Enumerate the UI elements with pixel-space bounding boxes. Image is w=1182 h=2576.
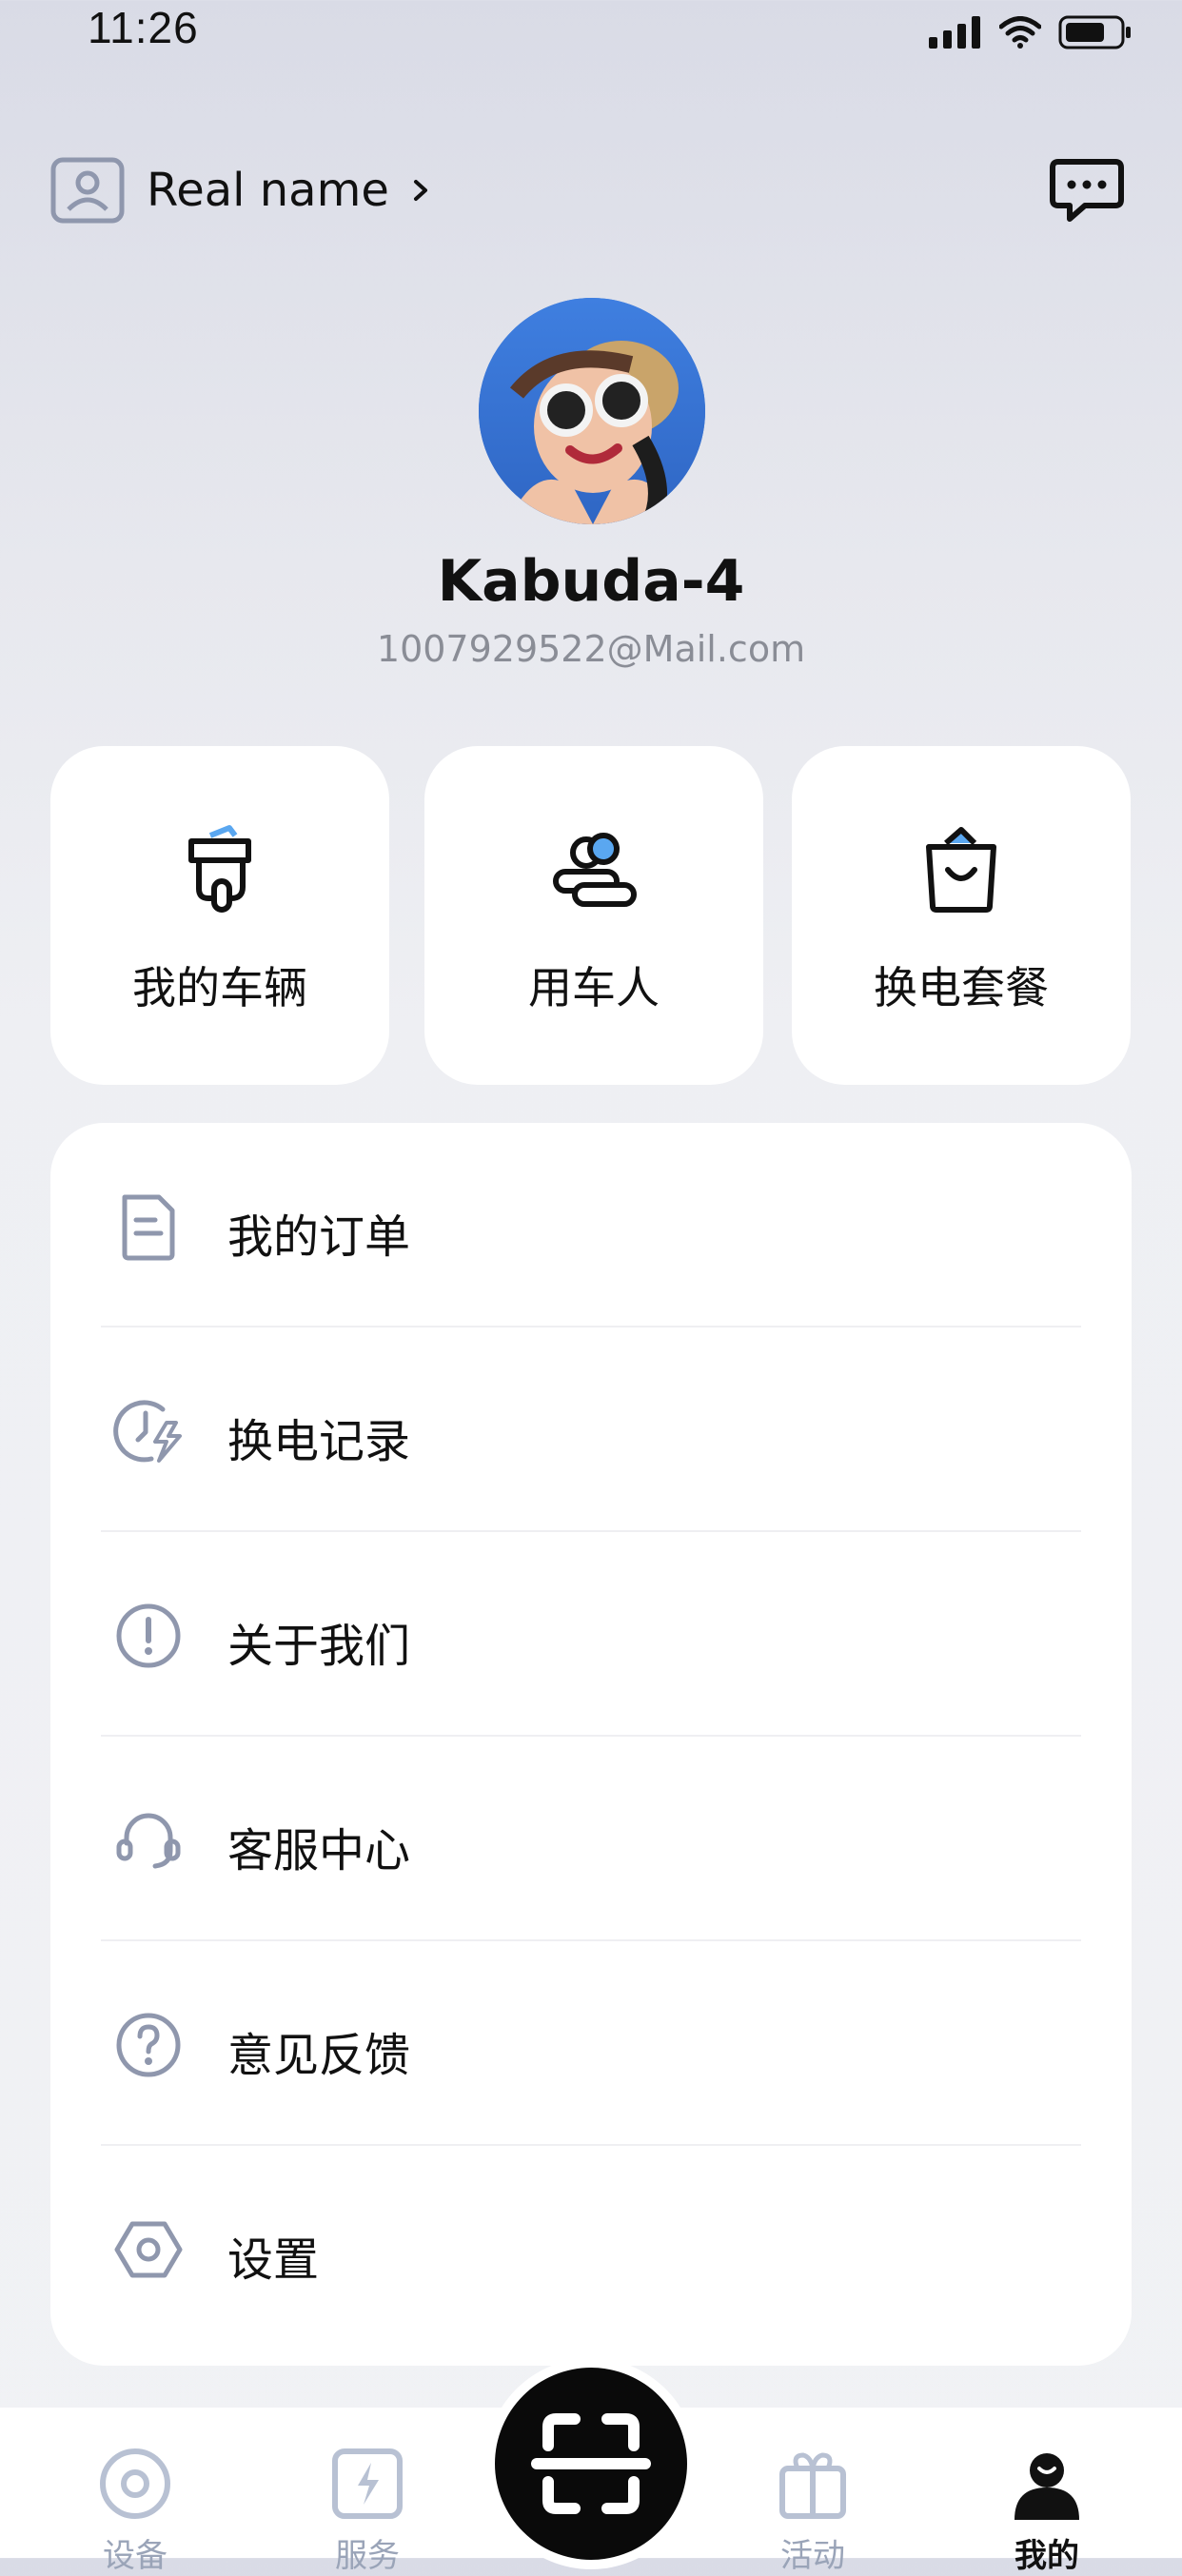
scooter-icon: [188, 825, 251, 913]
id-card-icon: [50, 157, 125, 224]
tab-service[interactable]: 服务: [282, 2408, 453, 2575]
headset-icon: [116, 1813, 181, 1869]
tab-label: 活动: [780, 2537, 845, 2575]
document-icon: [122, 1194, 175, 1261]
settings-hexagon-icon: [114, 2221, 183, 2278]
menu-list: 我的订单 换电记录 关于我们 客服中心 意见反馈 设置: [50, 1123, 1132, 2366]
menu-item-support[interactable]: 客服中心: [50, 1737, 1132, 1941]
menu-item-label: 客服中心: [227, 1824, 411, 1878]
shopping-bag-icon: [926, 827, 996, 913]
status-time: 11:26: [88, 3, 199, 52]
profile-icon: [1015, 2453, 1079, 2520]
menu-item-feedback[interactable]: 意见反馈: [50, 1941, 1132, 2146]
menu-item-settings[interactable]: 设置: [50, 2146, 1132, 2350]
chevron-right-icon: [413, 180, 427, 201]
tab-label: 我的: [1015, 2537, 1079, 2575]
menu-item-about[interactable]: 关于我们: [50, 1532, 1132, 1737]
message-icon: [1050, 159, 1124, 222]
tab-activity[interactable]: 活动: [727, 2408, 898, 2575]
realname-label: Real name: [147, 164, 389, 217]
vehicle-users-label: 用车人: [528, 962, 660, 1013]
question-icon: [116, 2013, 181, 2077]
wifi-icon: [999, 16, 1041, 49]
menu-item-label: 设置: [227, 2233, 320, 2287]
vehicle-users-card[interactable]: 用车人: [424, 746, 763, 1085]
my-vehicle-label: 我的车辆: [132, 962, 307, 1013]
menu-item-swap-records[interactable]: 换电记录: [50, 1327, 1132, 1532]
tab-device[interactable]: 设备: [49, 2408, 221, 2575]
menu-item-orders[interactable]: 我的订单: [50, 1123, 1132, 1327]
my-vehicle-card[interactable]: 我的车辆: [50, 746, 389, 1085]
device-icon: [100, 2448, 170, 2519]
tab-mine[interactable]: 我的: [961, 2408, 1133, 2575]
avatar-image: [479, 298, 705, 524]
realname-link[interactable]: Real name: [49, 156, 433, 225]
scan-icon: [531, 2413, 651, 2514]
info-exclamation-icon: [116, 1603, 181, 1668]
menu-item-label: 换电记录: [227, 1415, 411, 1468]
service-icon: [332, 2448, 403, 2519]
battery-plan-card[interactable]: 换电套餐: [792, 746, 1131, 1085]
menu-item-label: 意见反馈: [227, 2029, 411, 2082]
menu-item-label: 我的订单: [227, 1210, 411, 1264]
avatar[interactable]: [479, 298, 705, 524]
gift-icon: [779, 2452, 846, 2519]
tab-label: 设备: [103, 2537, 167, 2575]
battery-swap-history-icon: [113, 1400, 182, 1463]
menu-item-label: 关于我们: [227, 1620, 411, 1673]
scan-button[interactable]: [495, 2368, 687, 2560]
users-icon: [553, 833, 637, 907]
username: Kabuda-4: [437, 548, 745, 615]
signal-icon: [929, 16, 980, 49]
battery-icon: [1058, 15, 1131, 49]
battery-plan-label: 换电套餐: [874, 962, 1049, 1013]
status-icons: [929, 13, 1133, 51]
email: 1007929522@Mail.com: [376, 628, 806, 670]
tab-label: 服务: [335, 2537, 400, 2575]
message-button[interactable]: [1049, 156, 1125, 225]
